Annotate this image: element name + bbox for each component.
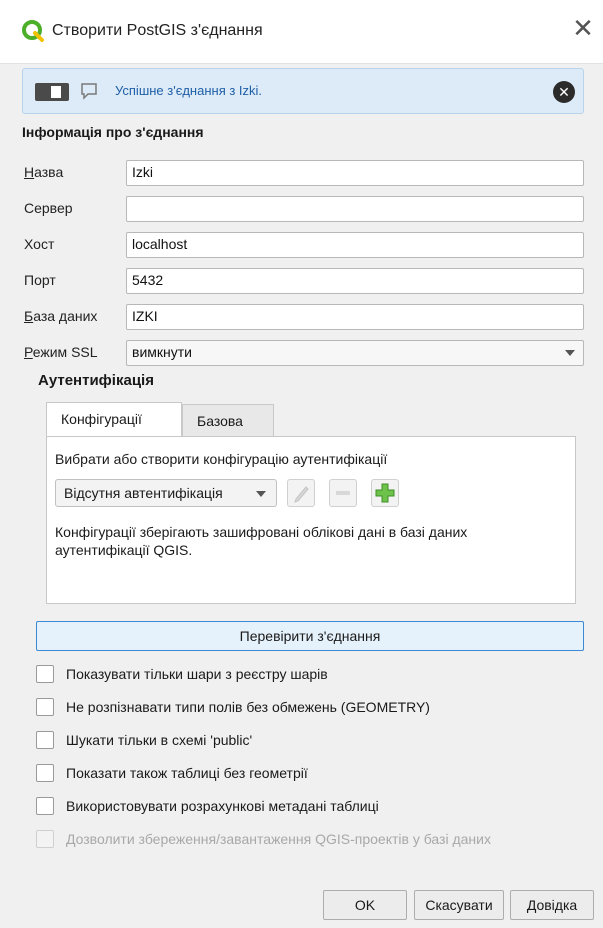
plus-icon <box>375 483 395 503</box>
auth-tab-panel: Вибрати або створити конфігурацію аутент… <box>46 436 576 604</box>
name-field[interactable]: Izki <box>126 160 584 186</box>
speech-bubble-icon <box>81 83 97 100</box>
message-close-icon[interactable]: ✕ <box>553 81 575 103</box>
chevron-down-icon <box>256 491 266 497</box>
ssl-mode-value: вимкнути <box>132 344 192 360</box>
test-connection-label: Перевірити з'єднання <box>239 628 381 644</box>
option-label: Показати також таблиці без геометрії <box>66 765 308 781</box>
database-field[interactable]: IZKI <box>126 304 584 330</box>
edit-config-button[interactable] <box>287 479 315 507</box>
checkbox <box>36 830 54 848</box>
test-connection-button[interactable]: Перевірити з'єднання <box>36 621 584 651</box>
ssl-mode-label: Режим SSL <box>24 344 98 360</box>
checkbox[interactable] <box>36 698 54 716</box>
service-label: Сервер <box>24 200 73 216</box>
remove-config-button[interactable] <box>329 479 357 507</box>
window-title: Створити PostGIS з'єднання <box>52 22 263 39</box>
auth-description: Конфігурації зберігають зашифровані облі… <box>55 524 468 558</box>
message-bar: Успішне з'єднання з Izki. ✕ <box>22 68 584 114</box>
tab-basic[interactable]: Базова <box>182 404 274 436</box>
option-label: Дозволити збереження/завантаження QGIS-п… <box>66 831 491 847</box>
option-label: Шукати тільки в схемі 'public' <box>66 732 253 748</box>
add-config-button[interactable] <box>371 479 399 507</box>
qgis-logo-icon <box>22 20 44 42</box>
authentication-title: Аутентифікація <box>38 372 154 389</box>
name-label: Назва <box>24 164 64 180</box>
host-label: Хост <box>24 236 55 252</box>
service-field[interactable] <box>126 196 584 222</box>
checkbox[interactable] <box>36 797 54 815</box>
checkbox[interactable] <box>36 665 54 683</box>
close-icon[interactable]: ✕ <box>572 16 594 42</box>
auth-config-value: Відсутня автентифікація <box>64 485 223 501</box>
pencil-icon <box>294 486 309 503</box>
tab-configurations[interactable]: Конфігурації <box>46 402 182 438</box>
minus-icon <box>336 491 350 495</box>
ok-button[interactable]: OK <box>323 890 407 920</box>
connection-info-title: Інформація про з'єднання <box>22 124 204 140</box>
message-toggle-icon[interactable] <box>35 83 69 101</box>
option-label: Використовувати розрахункові метадані та… <box>66 798 379 814</box>
checkbox[interactable] <box>36 731 54 749</box>
title-bar: Створити PostGIS з'єднання ✕ <box>0 0 603 64</box>
auth-config-select[interactable]: Відсутня автентифікація <box>55 479 277 507</box>
ssl-mode-select[interactable]: вимкнути <box>126 340 584 366</box>
port-field[interactable]: 5432 <box>126 268 584 294</box>
option-label: Показувати тільки шари з реєстру шарів <box>66 666 328 682</box>
checkbox[interactable] <box>36 764 54 782</box>
host-field[interactable]: localhost <box>126 232 584 258</box>
auth-prompt: Вибрати або створити конфігурацію аутент… <box>55 451 388 467</box>
port-label: Порт <box>24 272 56 288</box>
message-text: Успішне з'єднання з Izki. <box>115 83 263 98</box>
help-button[interactable]: Довідка <box>510 890 594 920</box>
option-label: Не розпізнавати типи полів без обмежень … <box>66 699 430 715</box>
cancel-button[interactable]: Скасувати <box>414 890 504 920</box>
chevron-down-icon <box>565 350 575 356</box>
database-label: База даних <box>24 308 98 324</box>
